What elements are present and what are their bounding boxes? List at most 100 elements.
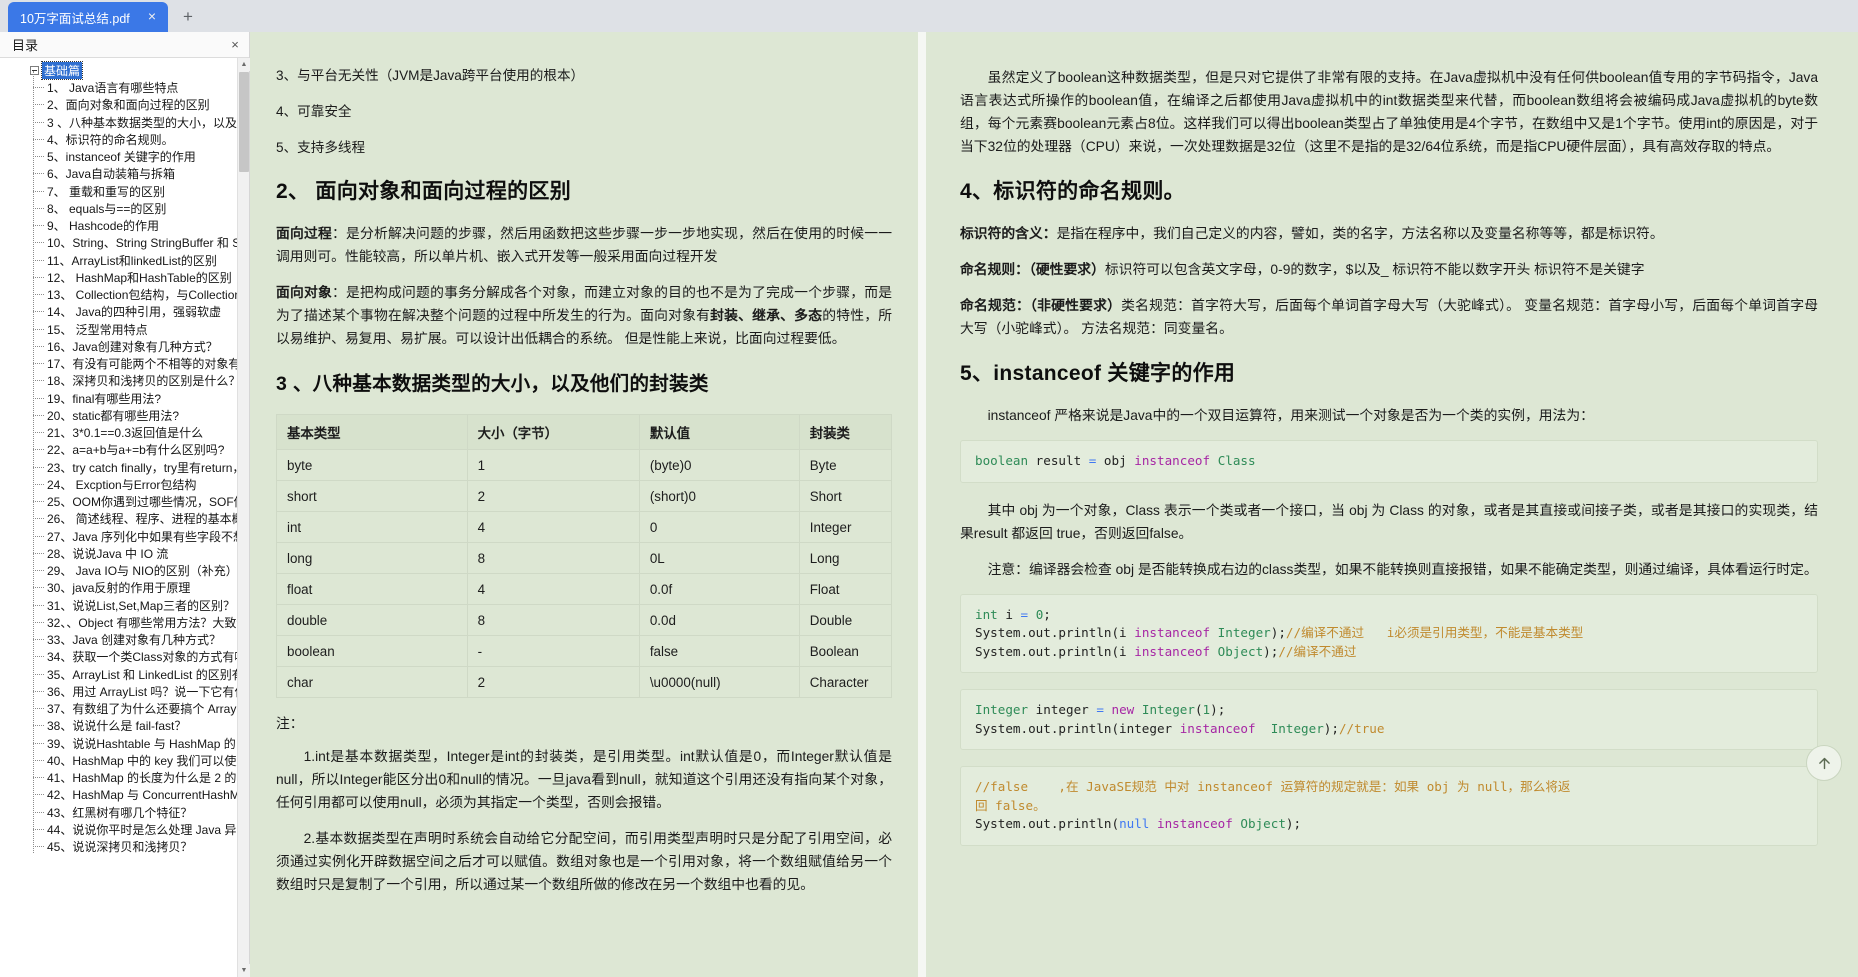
outline-item-37[interactable]: 37、有数组了为什么还要搞个 ArrayLis (0, 700, 238, 717)
outline-root-node[interactable]: 基础篇 (0, 61, 238, 80)
outline-item-22[interactable]: 22、a=a+b与a+=b有什么区别吗? (0, 441, 238, 458)
outline-item-19[interactable]: 19、final有哪些用法? (0, 390, 238, 407)
scroll-up-icon[interactable]: ▲ (238, 58, 250, 71)
new-tab-button[interactable]: + (174, 3, 202, 31)
outline-item-11[interactable]: 11、ArrayList和linkedList的区别 (0, 252, 238, 269)
tree-connector (33, 156, 44, 157)
scroll-to-top-button[interactable] (1806, 745, 1842, 781)
outline-item-label: 30、java反射的作用于原理 (47, 581, 191, 596)
tree-connector (33, 587, 44, 589)
browser-tab-pdf[interactable]: 10万字面试总结.pdf × (8, 2, 168, 32)
browser-window: 10万字面试总结.pdf × + 目录 × 基础篇 1、 Java语言有哪些特点… (0, 0, 1858, 977)
outline-item-10[interactable]: 10、String、String StringBuffer 和 S (0, 234, 238, 251)
table-cell: Character (798, 666, 893, 698)
collapse-toggle-icon[interactable] (30, 66, 39, 75)
outline-item-16[interactable]: 16、Java创建对象有几种方式？ (0, 338, 238, 355)
table-cell: 4 (466, 511, 640, 543)
outline-item-label: 5、instanceof 关键字的作用 (47, 150, 196, 165)
outline-item-label: 40、HashMap 中的 key 我们可以使用 (47, 753, 238, 768)
table-cell: (byte)0 (638, 449, 800, 481)
outline-item-6[interactable]: 6、Java自动装箱与拆箱 (0, 165, 238, 182)
outline-item-33[interactable]: 33、Java 创建对象有几种方式？ (0, 631, 238, 648)
outline-item-25[interactable]: 25、OOM你遇到过哪些情况，SOF你 (0, 493, 238, 510)
outline-item-31[interactable]: 31、说说List,Set,Map三者的区别？ (0, 597, 238, 614)
paragraph-boolean: 虽然定义了boolean这种数据类型，但是只对它提供了非常有限的支持。在Java… (960, 70, 1818, 154)
outline-item-43[interactable]: 43、红黑树有哪几个特征？ (0, 804, 238, 821)
outline-item-20[interactable]: 20、static都有哪些用法? (0, 407, 238, 424)
table-cell: Byte (798, 449, 893, 481)
tree-connector (33, 794, 44, 796)
outline-item-3[interactable]: 3 、八种基本数据类型的大小，以及他们 (0, 114, 238, 131)
sidebar-scroll-thumb[interactable] (239, 72, 249, 172)
outline-item-21[interactable]: 21、3*0.1==0.3返回值是什么 (0, 424, 238, 441)
outline-item-15[interactable]: 15、 泛型常用特点 (0, 321, 238, 338)
outline-item-36[interactable]: 36、用过 ArrayList 吗？说一下它有什 (0, 683, 238, 700)
outline-item-17[interactable]: 17、有没有可能两个不相等的对象有相 (0, 355, 238, 372)
outline-item-1[interactable]: 1、 Java语言有哪些特点 (0, 79, 238, 96)
document-canvas[interactable]: 3、与平台无关性（JVM是Java跨平台使用的根本） 4、可靠安全 5、支持多线… (250, 32, 1858, 977)
outline-item-9[interactable]: 9、 Hashcode的作用 (0, 217, 238, 234)
outline-item-23[interactable]: 23、try catch finally，try里有return， (0, 459, 238, 476)
pdf-page-left: 3、与平台无关性（JVM是Java跨平台使用的根本） 4、可靠安全 5、支持多线… (250, 32, 918, 977)
paragraph-object: 面向对象：是把构成问题的事务分解成各个对象，而建立对象的目的也不是为了完成一个步… (276, 281, 892, 350)
outline-item-label: 1、 Java语言有哪些特点 (47, 81, 179, 96)
outline-item-45[interactable]: 45、说说深拷贝和浅拷贝？ (0, 838, 238, 855)
outline-item-12[interactable]: 12、 HashMap和HashTable的区别 (0, 269, 238, 286)
outline-item-label: 4、标识符的命名规则。 (47, 132, 174, 147)
outline-item-35[interactable]: 35、ArrayList 和 LinkedList 的区别有 (0, 666, 238, 683)
sidebar-scrollbar[interactable]: ▲ ▼ (237, 58, 250, 977)
section-heading-5: 5、instanceof 关键字的作用 (960, 362, 1236, 385)
outline-item-label: 27、Java 序列化中如果有些字段不想被 (47, 529, 238, 544)
outline-item-18[interactable]: 18、深拷贝和浅拷贝的区别是什么？ (0, 372, 238, 389)
close-icon[interactable]: × (144, 9, 160, 25)
outline-sidebar: 目录 × 基础篇 1、 Java语言有哪些特点 2、面向对象和面向过程的区别 3 、… (0, 32, 250, 977)
paragraph-procedure: 面向过程：是分析解决问题的步骤，然后用函数把这些步骤一步一步地实现，然后在使用的… (276, 222, 892, 268)
outline-item-30[interactable]: 30、java反射的作用于原理 (0, 579, 238, 596)
tree-connector (33, 173, 44, 175)
outline-item-42[interactable]: 42、HashMap 与 ConcurrentHashM (0, 786, 238, 803)
code-block-1: boolean result = obj instanceof Class (960, 440, 1818, 483)
outline-item-44[interactable]: 44、说说你平时是怎么处理 Java 异常 (0, 821, 238, 838)
outline-item-5[interactable]: 5、instanceof 关键字的作用 (0, 148, 238, 165)
outline-item-label: 36、用过 ArrayList 吗？说一下它有什 (47, 684, 238, 699)
tree-connector (33, 328, 44, 330)
outline-item-13[interactable]: 13、 Collection包结构，与Collections (0, 286, 238, 303)
table-cell: 8 (466, 604, 640, 636)
tree-connector (33, 87, 44, 88)
close-icon[interactable]: × (227, 37, 243, 52)
outline-item-39[interactable]: 39、说说Hashtable 与 HashMap 的 (0, 735, 238, 752)
table-cell: Long (798, 542, 893, 574)
outline-item-26[interactable]: 26、 简述线程、程序、进程的基本概念 (0, 510, 238, 527)
page-separator (918, 32, 926, 977)
scroll-down-icon[interactable]: ▼ (238, 964, 250, 977)
browser-tab-strip: 10万字面试总结.pdf × + (0, 0, 1858, 32)
table-cell: Integer (798, 511, 893, 543)
outline-item-32[interactable]: 32、、Object 有哪些常用方法？大致说一 (0, 614, 238, 631)
outline-item-label: 6、Java自动装箱与拆箱 (47, 167, 176, 182)
outline-item-29[interactable]: 29、 Java IO与 NIO的区别（补充） (0, 562, 238, 579)
outline-item-40[interactable]: 40、HashMap 中的 key 我们可以使用 (0, 752, 238, 769)
outline-item-34[interactable]: 34、获取一个类Class对象的方式有哪些 (0, 648, 238, 665)
outline-header: 目录 × (0, 32, 249, 58)
outline-item-4[interactable]: 4、标识符的命名规则。 (0, 131, 238, 148)
outline-item-38[interactable]: 38、说说什么是 fail-fast？ (0, 717, 238, 734)
tree-connector (33, 777, 44, 778)
outline-item-8[interactable]: 8、 equals与==的区别 (0, 200, 238, 217)
outline-item-14[interactable]: 14、 Java的四种引用，强弱软虚 (0, 303, 238, 320)
table-cell: 0L (638, 542, 800, 574)
section-heading-4: 4、标识符的命名规则。 (960, 180, 1185, 203)
table-cell: long (276, 542, 468, 574)
outline-item-7[interactable]: 7、 重载和重写的区别 (0, 183, 238, 200)
outline-item-41[interactable]: 41、HashMap 的长度为什么是 2 的 (0, 769, 238, 786)
paragraph-naming-conventions: 命名规范：（非硬性要求）类名规范：首字符大写，后面每个单词首字母大写（大驼峰式）… (960, 294, 1818, 340)
tree-connector (33, 345, 44, 347)
outline-tree[interactable]: 基础篇 1、 Java语言有哪些特点 2、面向对象和面向过程的区别 3 、八种基本数… (0, 58, 238, 977)
outline-item-27[interactable]: 27、Java 序列化中如果有些字段不想被 (0, 528, 238, 545)
table-cell: 1 (466, 449, 640, 481)
outline-root-label: 基础篇 (40, 61, 84, 80)
outline-item-2[interactable]: 2、面向对象和面向过程的区别 (0, 96, 238, 113)
outline-item-label: 33、Java 创建对象有几种方式？ (47, 633, 222, 648)
table-cell: false (638, 635, 800, 667)
outline-item-28[interactable]: 28、说说Java 中 IO 流 (0, 545, 238, 562)
outline-item-24[interactable]: 24、 Excption与Error包结构 (0, 476, 238, 493)
